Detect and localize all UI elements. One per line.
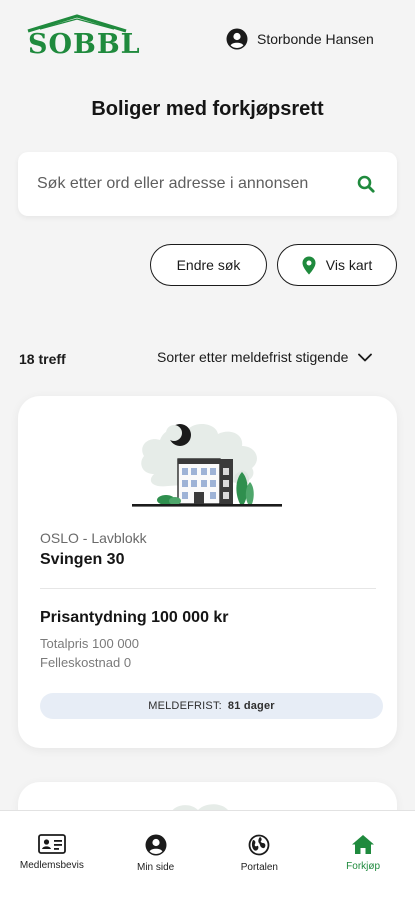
home-icon <box>352 835 375 854</box>
deadline-badge: MELDEFRIST: 81 dager <box>40 693 383 719</box>
user-avatar-icon <box>226 28 248 50</box>
search-box <box>18 152 397 216</box>
tab-min-side[interactable]: Min side <box>104 811 208 900</box>
user-circle-icon <box>145 834 167 856</box>
building-illustration <box>132 423 282 507</box>
user-menu[interactable]: Storbonde Hansen <box>226 28 374 50</box>
sort-dropdown[interactable]: Sorter etter meldefrist stigende <box>157 349 373 365</box>
deadline-label: MELDEFRIST: <box>148 700 222 712</box>
listing-shared-cost: Felleskostnad 0 <box>40 655 132 670</box>
edit-search-button[interactable]: Endre søk <box>150 244 267 286</box>
sobbl-logo[interactable]: SOBBL <box>26 14 140 62</box>
sort-label: Sorter etter meldefrist stigende <box>157 349 349 365</box>
globe-icon <box>248 834 270 856</box>
chevron-down-icon <box>358 353 373 361</box>
top-bar: SOBBL Storbonde Hansen <box>0 0 415 80</box>
show-map-button[interactable]: Vis kart <box>277 244 397 286</box>
bottom-tab-bar: Medlemsbevis Min side Portalen Forkjøp <box>0 810 415 900</box>
edit-search-label: Endre søk <box>176 257 241 273</box>
logo-text: SOBBL <box>28 29 141 60</box>
listing-total-price: Totalpris 100 000 <box>40 636 140 651</box>
tab-medlemsbevis[interactable]: Medlemsbevis <box>0 811 104 900</box>
tab-label: Min side <box>137 862 175 873</box>
tab-label: Medlemsbevis <box>19 860 84 871</box>
deadline-value: 81 dager <box>227 700 275 712</box>
show-map-label: Vis kart <box>325 257 373 273</box>
listing-price: Prisantydning 100 000 kr <box>40 609 229 626</box>
user-name: Storbonde Hansen <box>257 31 374 47</box>
search-icon[interactable] <box>357 175 375 193</box>
card-divider <box>40 588 376 589</box>
tab-label: Forkjøp <box>346 861 381 872</box>
listing-address: Svingen 30 <box>40 551 125 568</box>
map-pin-icon <box>302 256 316 274</box>
id-card-icon <box>37 834 66 854</box>
page-title: Boliger med forkjøpsrett <box>91 98 324 120</box>
listing-card[interactable]: OSLO - Lavblokk Svingen 30 Prisantydning… <box>18 396 397 748</box>
hit-count: 18 treff <box>19 351 66 367</box>
listing-location: OSLO - Lavblokk <box>40 530 147 546</box>
search-input[interactable] <box>37 175 357 193</box>
tab-forkjop[interactable]: Forkjøp <box>311 811 415 900</box>
tab-label: Portalen <box>240 862 278 873</box>
tab-portalen[interactable]: Portalen <box>208 811 312 900</box>
